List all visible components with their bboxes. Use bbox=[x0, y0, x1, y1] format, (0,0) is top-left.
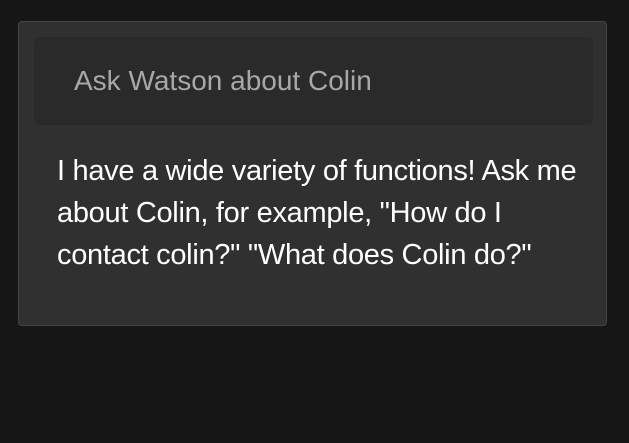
ask-watson-box[interactable] bbox=[34, 37, 593, 125]
chat-panel: I have a wide variety of functions! Ask … bbox=[18, 21, 607, 326]
ask-watson-input[interactable] bbox=[74, 65, 574, 97]
watson-response-message: I have a wide variety of functions! Ask … bbox=[57, 155, 577, 271]
